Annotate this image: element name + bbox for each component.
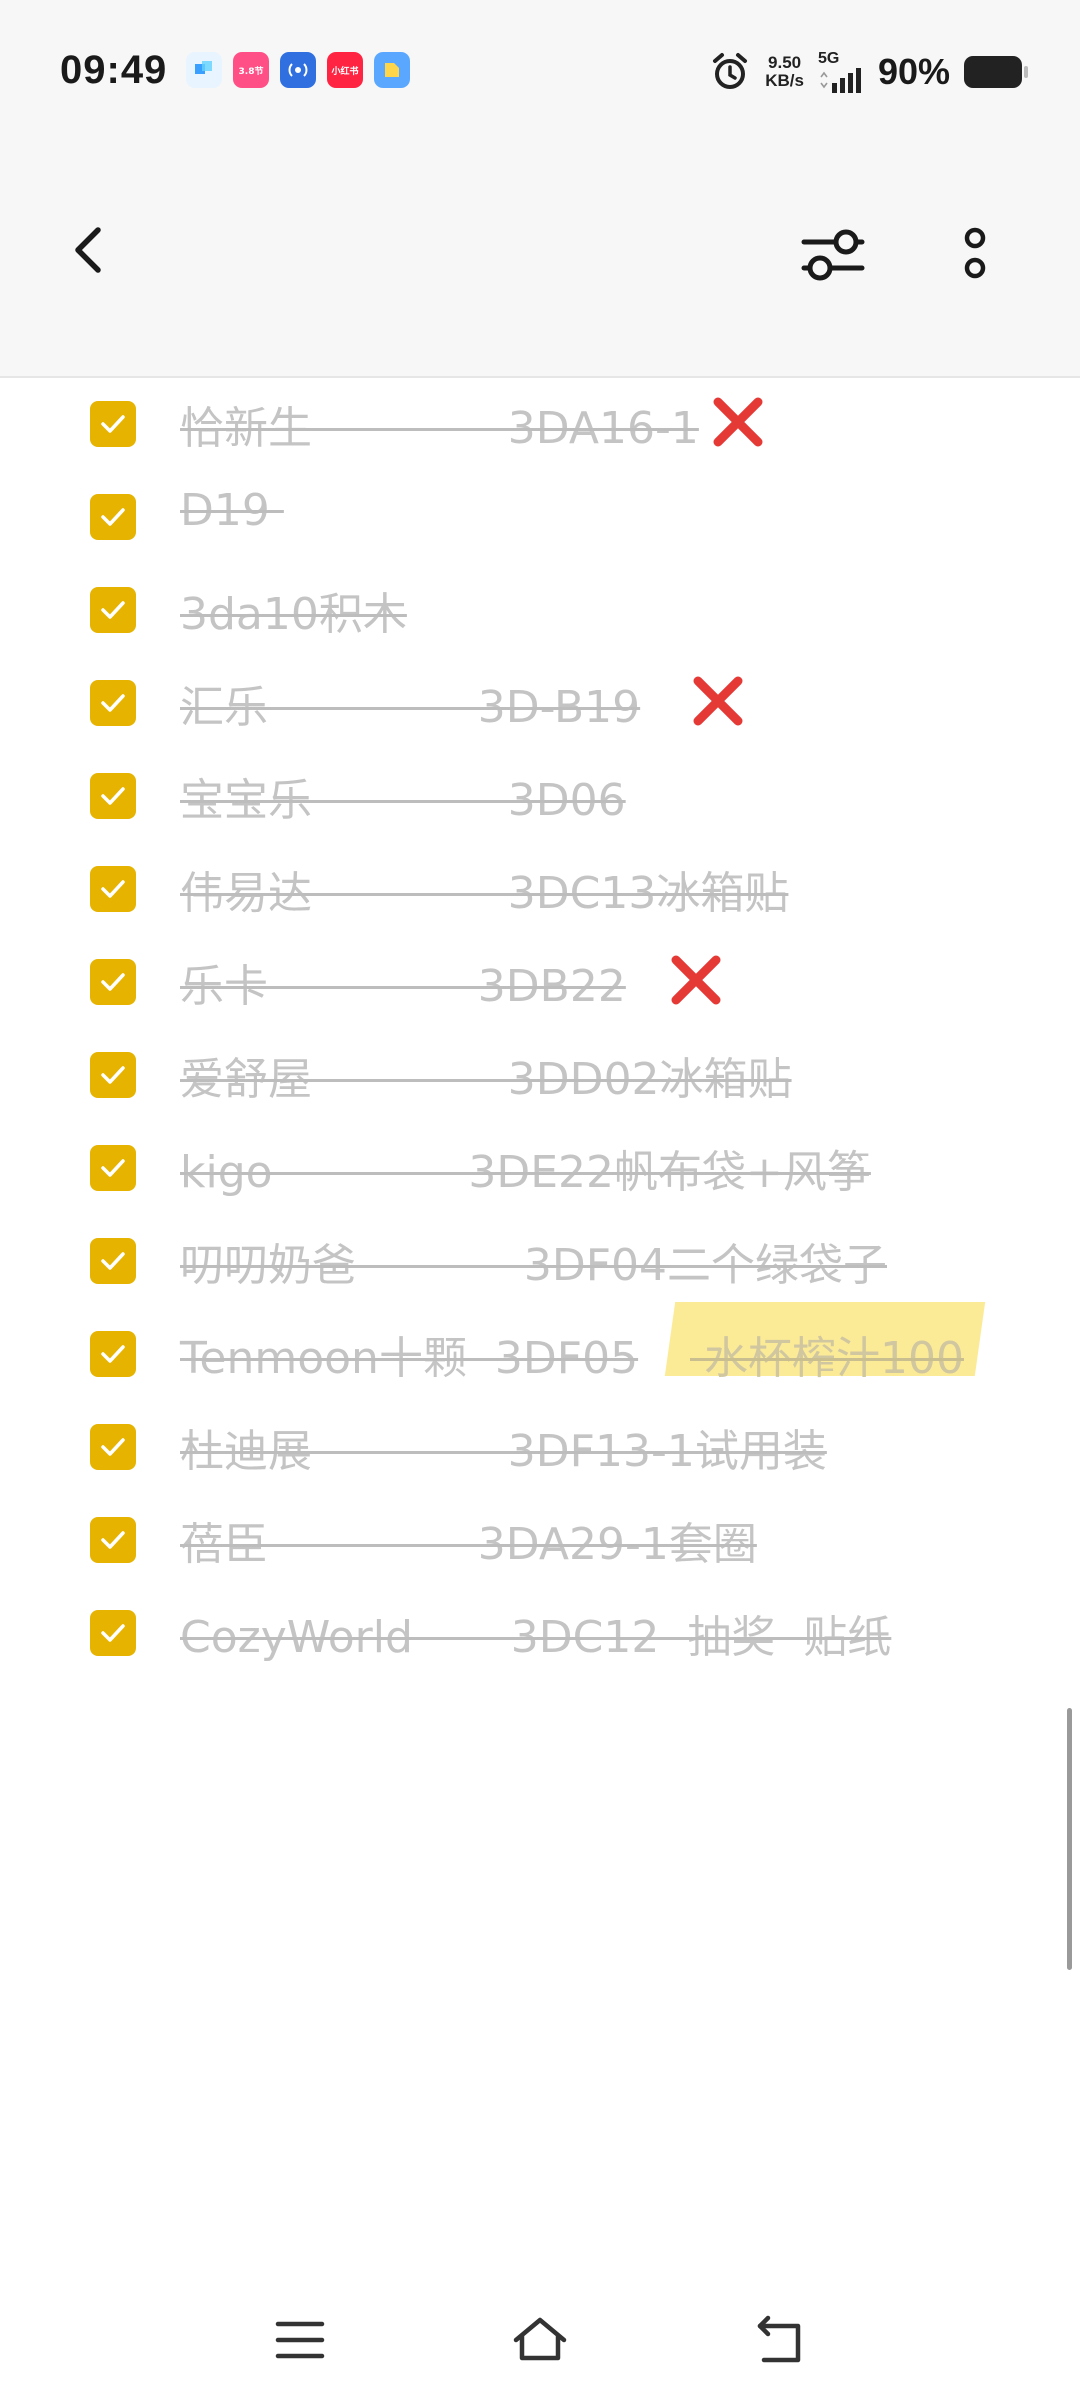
checkbox-checked[interactable]	[90, 866, 136, 912]
checkbox-checked[interactable]	[90, 1424, 136, 1470]
checklist-item: 恰新生 3DA16-1	[0, 378, 1080, 471]
battery-percent: 90%	[877, 51, 950, 92]
checklist-item-text[interactable]: 宝宝乐 3D06	[180, 764, 626, 828]
checkbox-checked[interactable]	[90, 959, 136, 1005]
network-type: 5G	[817, 50, 840, 67]
checklist-item-text[interactable]: 乐卡 3DB22	[180, 950, 626, 1014]
checkbox-checked[interactable]	[90, 401, 136, 447]
checkbox-checked[interactable]	[90, 1517, 136, 1563]
top-toolbar	[0, 150, 1080, 378]
checklist-item: kigo 3DE22帆布袋+风筝	[0, 1122, 1080, 1215]
battery-icon	[964, 56, 1028, 88]
network-speed-value: 9.50	[768, 53, 802, 72]
checkbox-checked[interactable]	[90, 1331, 136, 1377]
more-vertical-icon[interactable]	[950, 220, 1000, 290]
checklist-item: CozyWorld 3DC12 抽奖 贴纸	[0, 1587, 1080, 1680]
checklist-item: Tenmoon十颗 3DF05 水杯榨汁100	[0, 1302, 1080, 1401]
signal-icon	[820, 68, 861, 93]
notification-app-icons: 3.8节 小红书	[186, 52, 410, 88]
signal-group: 5G	[818, 51, 864, 93]
checkbox-checked[interactable]	[90, 773, 136, 819]
checklist-item-text[interactable]: 伟易达 3DC13冰箱贴	[180, 857, 788, 921]
app-icon-1	[186, 52, 222, 88]
highlighted-text[interactable]: 水杯榨汁100	[690, 1322, 964, 1386]
checklist-item: 杜迪展 3DF13-1试用装	[0, 1401, 1080, 1494]
checkbox-checked[interactable]	[90, 1145, 136, 1191]
checkbox-checked[interactable]	[90, 494, 136, 540]
checklist-item-text[interactable]: 汇乐 3D-B19	[180, 671, 640, 735]
status-bar: 09:49 3.8节 小红书 9.50 KB/s 5G 90%	[0, 0, 1080, 150]
checklist-item-text[interactable]: 恰新生 3DA16-1	[180, 392, 699, 456]
checklist-item: 叨叨奶爸 3DF04二个绿袋子	[0, 1215, 1080, 1308]
checklist-item-text[interactable]: 爱舒屋 3DD02冰箱贴	[180, 1043, 792, 1107]
back-arrow-icon[interactable]	[750, 2310, 810, 2370]
red-cross-icon	[693, 676, 743, 726]
checklist-item-text[interactable]: 叨叨奶爸 3DF04二个绿袋子	[180, 1229, 887, 1293]
checklist-item-text[interactable]: CozyWorld 3DC12 抽奖 贴纸	[180, 1601, 891, 1665]
status-right-group: 9.50 KB/s 5G 90%	[709, 48, 1028, 96]
checkbox-checked[interactable]	[90, 587, 136, 633]
home-icon[interactable]	[510, 2310, 570, 2370]
checklist-item: 3da10积木	[0, 564, 1080, 657]
checklist-item: 爱舒屋 3DD02冰箱贴	[0, 1029, 1080, 1122]
app-icon-4: 小红书	[327, 52, 363, 88]
checklist-item-text[interactable]: 蓓臣 3DA29-1套圈	[180, 1508, 757, 1572]
network-speed: 9.50 KB/s	[765, 54, 804, 90]
scrollbar[interactable]	[1067, 1708, 1072, 1970]
filter-sliders-icon[interactable]	[798, 220, 868, 290]
checklist-item: 汇乐 3D-B19	[0, 657, 1080, 750]
system-nav-bar	[0, 2270, 1080, 2400]
checkbox-checked[interactable]	[90, 1052, 136, 1098]
menu-icon[interactable]	[270, 2310, 330, 2370]
app-icon-2: 3.8节	[233, 52, 269, 88]
status-time: 09:49	[60, 48, 168, 92]
checklist-item: 乐卡 3DB22	[0, 936, 1080, 1029]
checklist-item: 宝宝乐 3D06	[0, 750, 1080, 843]
app-icon-3	[280, 52, 316, 88]
checklist-item: 伟易达 3DC13冰箱贴	[0, 843, 1080, 936]
checklist-item-text[interactable]: 杜迪展 3DF13-1试用装	[180, 1415, 827, 1479]
checklist-item-text[interactable]: Tenmoon十颗 3DF05	[180, 1322, 638, 1386]
red-cross-icon	[713, 397, 763, 447]
back-chevron-icon[interactable]	[62, 222, 118, 278]
network-speed-unit: KB/s	[765, 71, 804, 90]
checklist-item-text[interactable]: kigo 3DE22帆布袋+风筝	[180, 1136, 871, 1200]
alarm-icon	[713, 53, 748, 89]
checklist-item: D19	[0, 471, 1080, 564]
checklist-item: 蓓臣 3DA29-1套圈	[0, 1494, 1080, 1587]
red-cross-icon	[671, 955, 721, 1005]
app-icon-5	[374, 52, 410, 88]
checklist-item-text[interactable]: 3da10积木	[180, 578, 407, 642]
checklist-item-text[interactable]: D19	[180, 485, 284, 536]
checkbox-checked[interactable]	[90, 680, 136, 726]
checkbox-checked[interactable]	[90, 1238, 136, 1284]
checkbox-checked[interactable]	[90, 1610, 136, 1656]
